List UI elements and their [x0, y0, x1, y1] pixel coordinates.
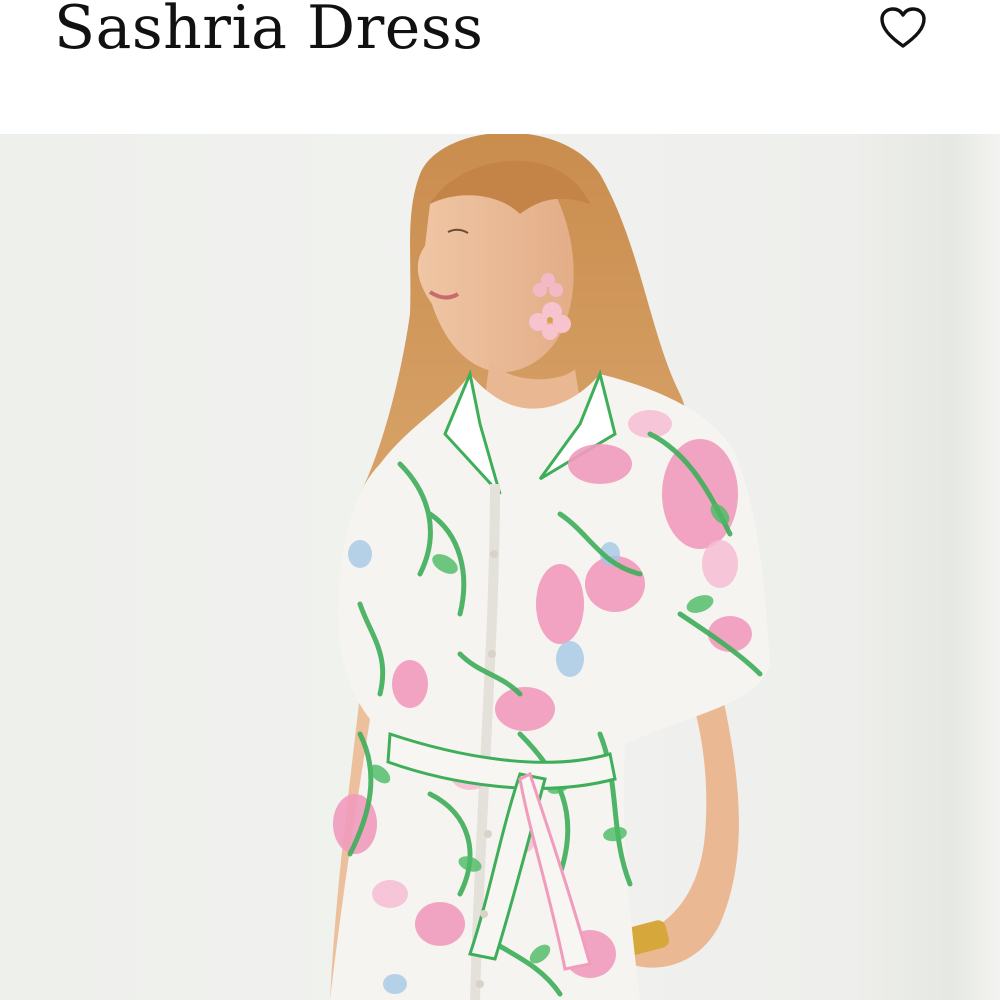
product-image[interactable] — [0, 134, 1000, 1000]
product-title: Sashria Dress — [54, 0, 484, 63]
model-photo — [330, 134, 770, 1000]
product-header: Sashria Dress — [0, 0, 1000, 134]
wishlist-button[interactable] — [874, 0, 932, 56]
heart-outline-icon — [880, 7, 926, 48]
